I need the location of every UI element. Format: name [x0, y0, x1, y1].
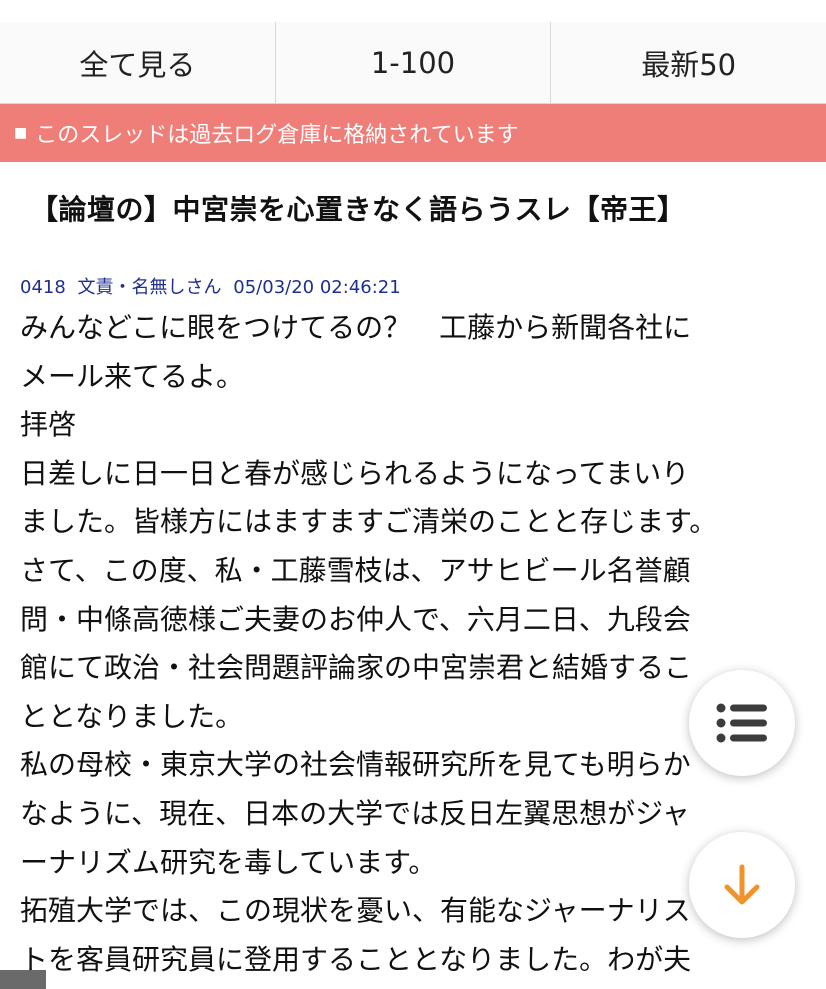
- post-number[interactable]: 0418: [20, 277, 66, 298]
- post-header: 0418 文責・名無しさん 05/03/20 02:46:21: [20, 273, 407, 299]
- post-line: なように、現在、日本の大学では反日左翼思想がジャ: [20, 796, 690, 830]
- post-line: 拝啓: [20, 408, 77, 442]
- post-line: みんなどこに眼をつけてるの？ 工藤から新聞各社に: [20, 311, 692, 344]
- post-line: ました。皆様方にはますますご清栄のことと存じます。: [20, 505, 718, 539]
- archive-notice-text: このスレッドは過去ログ倉庫に格納されています: [35, 123, 519, 148]
- post-line: さて、この度、私・工藤雪枝は、アサヒビール名誉顧: [20, 553, 691, 587]
- post-datetime: 05/03/20 02:46:21: [233, 277, 401, 298]
- view-all-button[interactable]: 全て見る: [0, 22, 276, 103]
- square-icon: ■: [14, 125, 28, 141]
- latest-50-button[interactable]: 最新50: [551, 22, 826, 103]
- menu-fab-button[interactable]: [689, 670, 795, 776]
- list-menu-icon: [716, 703, 767, 743]
- post-line: トを客員研究員に登用することとなりました。わが夫: [20, 942, 692, 976]
- top-bar: [0, 0, 826, 23]
- archive-notice-banner: ■ このスレッドは過去ログ倉庫に格納されています: [0, 104, 826, 162]
- thread-title: 【論壇の】中宮崇を心置きなく語らうスレ【帝王】: [30, 193, 686, 226]
- post-line: メール来てるよ。: [20, 359, 245, 393]
- thread-nav: 全て見る 1-100 最新50: [0, 22, 826, 104]
- scroll-down-fab-button[interactable]: [689, 832, 795, 938]
- thread-page: 全て見る 1-100 最新50 ■ このスレッドは過去ログ倉庫に格納されています…: [0, 0, 826, 989]
- post-line: 日差しに日一日と春が感じられるようになってまいり: [20, 456, 690, 490]
- corner-tab[interactable]: [0, 970, 46, 989]
- range-1-100-button[interactable]: 1-100: [276, 22, 552, 103]
- post-line: 館にて政治・社会問題評論家の中宮崇君と結婚するこ: [20, 651, 693, 685]
- post-author-name: 文責・名無しさん: [77, 277, 222, 298]
- post-line: 問・中條高徳様ご夫妻のお仲人で、六月二日、九段会: [20, 602, 691, 636]
- arrow-down-icon: [724, 864, 760, 905]
